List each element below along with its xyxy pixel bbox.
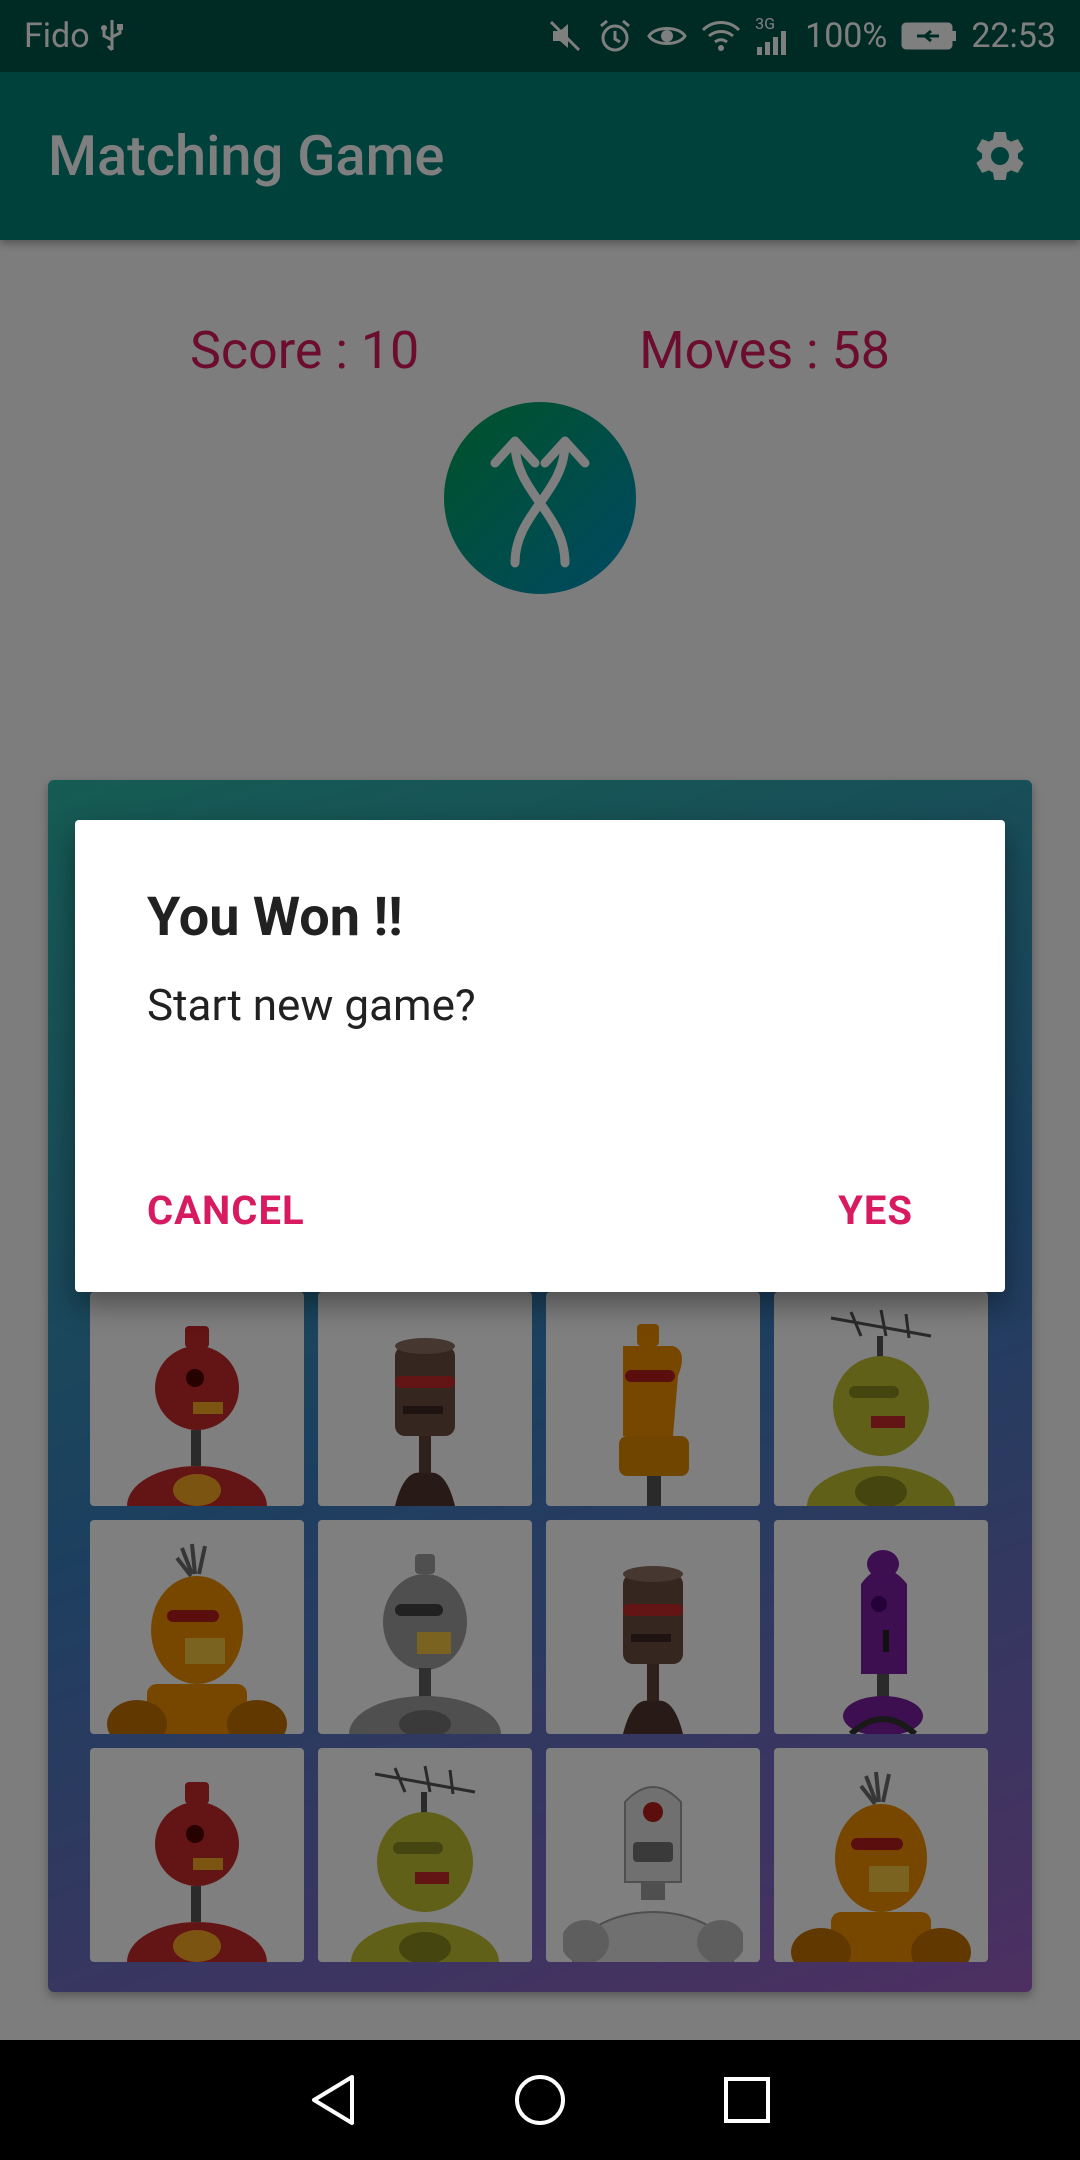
yes-button[interactable]: YES bbox=[838, 1187, 913, 1234]
dialog-actions: CANCEL YES bbox=[147, 1187, 913, 1234]
back-triangle-icon bbox=[312, 2075, 355, 2125]
win-dialog: You Won !! Start new game? CANCEL YES bbox=[75, 820, 1005, 1292]
recents-button[interactable] bbox=[715, 2068, 779, 2132]
dialog-title: You Won !! bbox=[147, 886, 403, 949]
back-button[interactable] bbox=[301, 2068, 365, 2132]
home-circle-icon bbox=[514, 2075, 565, 2125]
cancel-button[interactable]: CANCEL bbox=[147, 1187, 305, 1234]
dialog-message: Start new game? bbox=[147, 979, 476, 1031]
recents-square-icon bbox=[723, 2077, 770, 2123]
home-button[interactable] bbox=[508, 2068, 572, 2132]
navigation-bar bbox=[0, 2040, 1080, 2160]
